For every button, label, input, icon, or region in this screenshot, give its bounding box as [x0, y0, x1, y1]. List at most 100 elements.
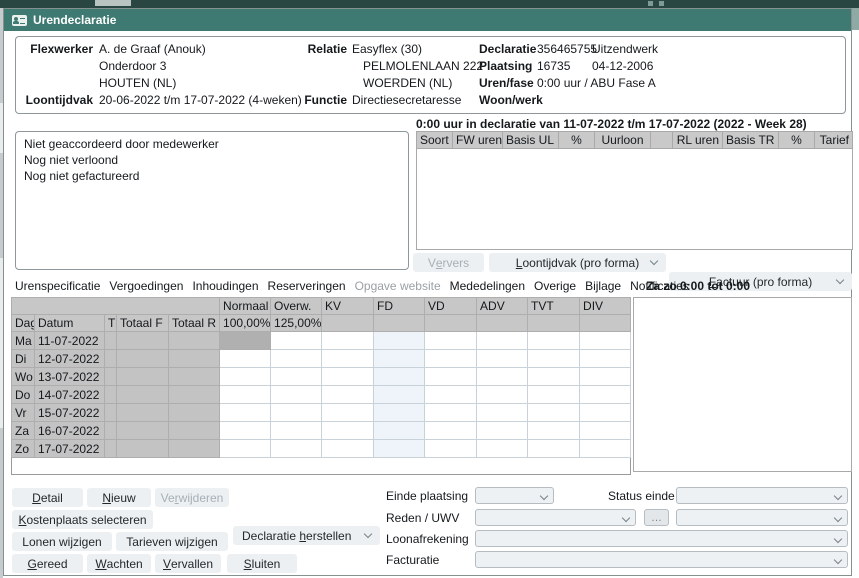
tab-vergoedingen[interactable]: Vergoedingen: [109, 279, 183, 293]
grid-cell[interactable]: [425, 368, 477, 386]
tab-bijlage[interactable]: Bijlage: [585, 279, 621, 293]
loonafrekening-select[interactable]: [475, 530, 848, 547]
grid-cell[interactable]: [322, 440, 374, 458]
grid-cell[interactable]: [580, 440, 631, 458]
tab-mededelingen[interactable]: Mededelingen: [450, 279, 525, 293]
grid-cell[interactable]: [322, 332, 374, 350]
gereed-button[interactable]: Gereed: [12, 554, 83, 573]
grid-cell[interactable]: [322, 386, 374, 404]
grid-cell[interactable]: [220, 368, 271, 386]
grid-cell[interactable]: [528, 422, 580, 440]
grid-cell[interactable]: [425, 440, 477, 458]
grid-cell[interactable]: [425, 404, 477, 422]
grid-header-pct-normaal: 100,00%: [220, 315, 271, 332]
grid-cell[interactable]: [322, 404, 374, 422]
grid-cell[interactable]: [477, 350, 528, 368]
grid-cell[interactable]: [477, 386, 528, 404]
grid-cell[interactable]: [271, 368, 322, 386]
grid-cell[interactable]: [374, 368, 425, 386]
grid-cell[interactable]: [425, 386, 477, 404]
window-title: Urendeclaratie: [33, 13, 116, 27]
grid-cell[interactable]: [220, 404, 271, 422]
totaal-r-cell: [169, 368, 220, 386]
tab-urenspecificatie[interactable]: Urenspecificatie: [15, 279, 100, 293]
grid-header-vd: VD: [425, 298, 477, 315]
grid-cell[interactable]: [528, 386, 580, 404]
grid-cell[interactable]: [580, 368, 631, 386]
flexwerker-label: Flexwerker: [16, 42, 93, 56]
grid-cell[interactable]: [477, 422, 528, 440]
vervallen-button[interactable]: Vervallen: [155, 554, 221, 573]
grid-cell[interactable]: [374, 386, 425, 404]
grid-sub-header-row: Dag Datum T Totaal F Totaal R 100,00% 12…: [12, 315, 631, 332]
grid-cell[interactable]: [528, 440, 580, 458]
grid-cell[interactable]: [374, 422, 425, 440]
grid-row-zo: Zo 17-07-2022: [12, 440, 631, 458]
grid-cell[interactable]: [528, 368, 580, 386]
grid-cell[interactable]: [580, 422, 631, 440]
grid-cell[interactable]: [271, 350, 322, 368]
grid-cell[interactable]: [271, 332, 322, 350]
nieuw-button[interactable]: Nieuw: [87, 488, 151, 507]
grid-cell[interactable]: [477, 404, 528, 422]
col-pct-1: %: [558, 131, 594, 149]
grid-cell[interactable]: [271, 422, 322, 440]
grid-cell[interactable]: [220, 350, 271, 368]
grid-cell[interactable]: [220, 422, 271, 440]
reden-select[interactable]: [475, 509, 636, 526]
einde-plaatsing-select[interactable]: [475, 487, 554, 504]
date-label: 15-07-2022: [35, 404, 105, 422]
grid-cell[interactable]: [425, 422, 477, 440]
grid-cell[interactable]: [271, 404, 322, 422]
grid-cell[interactable]: [425, 350, 477, 368]
grid-cell[interactable]: [374, 350, 425, 368]
day-label: Di: [12, 350, 35, 368]
titlebar: Urendeclaratie: [4, 9, 851, 31]
t-cell: [105, 422, 117, 440]
grid-cell[interactable]: [220, 440, 271, 458]
grid-cell[interactable]: [322, 422, 374, 440]
grid-cell[interactable]: [580, 350, 631, 368]
kostenplaats-selecteren-button[interactable]: Kostenplaats selecteren: [12, 510, 153, 529]
grid-row-do: Do 14-07-2022: [12, 386, 631, 404]
grid-cell[interactable]: [220, 386, 271, 404]
loontijdvak-label: Loontijdvak: [16, 93, 93, 107]
grid-cell-selected[interactable]: [220, 332, 271, 350]
grid-cell[interactable]: [477, 332, 528, 350]
grid-cell[interactable]: [477, 368, 528, 386]
grid-cell[interactable]: [528, 404, 580, 422]
wachten-button[interactable]: Wachten: [87, 554, 151, 573]
grid-cell[interactable]: [580, 332, 631, 350]
grid-cell[interactable]: [528, 350, 580, 368]
grid-cell[interactable]: [425, 332, 477, 350]
grid-footer-row: [12, 458, 631, 475]
detail-button[interactable]: Detail: [12, 488, 83, 507]
facturatie-select[interactable]: [475, 551, 848, 568]
ellipsis-button[interactable]: …: [644, 509, 669, 526]
grid-cell[interactable]: [374, 404, 425, 422]
grid-cell[interactable]: [271, 440, 322, 458]
grid-cell[interactable]: [580, 386, 631, 404]
status-einde-select[interactable]: [676, 487, 848, 504]
grid-cell[interactable]: [580, 404, 631, 422]
grid-cell[interactable]: [528, 332, 580, 350]
grid-cell[interactable]: [322, 368, 374, 386]
loontijdvak-proforma-dropdown[interactable]: Loontijdvak (pro forma): [489, 253, 666, 272]
declaratie-herstellen-dropdown[interactable]: Declaratie herstellen: [233, 526, 380, 545]
totaal-r-cell: [169, 440, 220, 458]
grid-cell[interactable]: [322, 350, 374, 368]
lonen-wijzigen-button[interactable]: Lonen wijzigen: [12, 532, 112, 551]
t-cell: [105, 350, 117, 368]
col-soort: Soort: [416, 131, 452, 149]
sluiten-button[interactable]: Sluiten: [227, 554, 297, 573]
grid-header-empty: [374, 315, 425, 332]
grid-cell[interactable]: [374, 440, 425, 458]
tarieven-wijzigen-button[interactable]: Tarieven wijzigen: [116, 532, 228, 551]
tab-overige[interactable]: Overige: [534, 279, 576, 293]
grid-cell[interactable]: [374, 332, 425, 350]
grid-cell[interactable]: [271, 386, 322, 404]
uwv-select[interactable]: [676, 509, 848, 526]
tab-inhoudingen[interactable]: Inhoudingen: [192, 279, 258, 293]
grid-cell[interactable]: [477, 440, 528, 458]
tab-reserveringen[interactable]: Reserveringen: [268, 279, 346, 293]
